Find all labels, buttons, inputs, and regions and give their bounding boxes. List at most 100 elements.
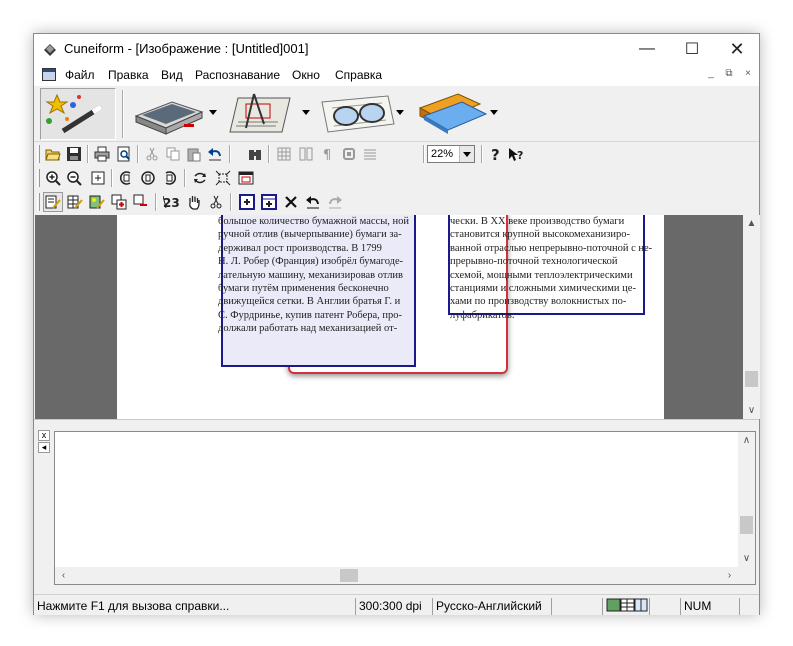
window-title: Cuneiform - [Изображение : [Untitled]001… (64, 41, 309, 56)
rotate-left-button[interactable] (116, 168, 136, 188)
scan-dropdown-arrow[interactable] (209, 110, 217, 115)
layout-redo-button[interactable] (325, 192, 345, 212)
table-block-pencil-icon (67, 195, 83, 209)
undo-button[interactable] (205, 144, 225, 164)
text-block-button[interactable] (43, 192, 63, 212)
menu-recognition[interactable]: Распознавание (195, 68, 280, 82)
scroll-left-arrow[interactable]: ‹ (55, 567, 72, 584)
copy-button[interactable] (163, 144, 183, 164)
view-toolbar (34, 166, 759, 190)
text-horizontal-scrollbar[interactable]: ‹ › (55, 567, 755, 584)
menu-window[interactable]: Окно (292, 68, 320, 82)
image-properties-button[interactable] (236, 168, 256, 188)
scroll-thumb[interactable] (340, 569, 358, 582)
layout-dropdown-arrow[interactable] (302, 110, 310, 115)
delete-button[interactable] (281, 192, 301, 212)
scroll-up-arrow[interactable]: ▲ (743, 215, 760, 232)
magic-wand-button[interactable] (40, 88, 116, 140)
find-button[interactable] (245, 144, 265, 164)
save-dropdown-arrow[interactable] (490, 110, 498, 115)
context-help-button[interactable]: ? (506, 144, 526, 164)
document-icon[interactable] (42, 68, 56, 81)
minimize-button[interactable]: — (624, 34, 670, 64)
scroll-thumb[interactable] (740, 516, 753, 534)
scroll-up-arrow[interactable]: ∧ (738, 432, 755, 449)
help-button[interactable]: ? (485, 144, 505, 164)
recognized-text-area[interactable]: ∧ ∨ ‹ › (54, 431, 756, 585)
status-blank-2 (649, 598, 679, 615)
undo-icon (208, 148, 221, 161)
hand-tool-button[interactable] (184, 192, 204, 212)
scan-button[interactable] (132, 88, 204, 140)
open-button[interactable] (43, 144, 63, 164)
status-resize-grip[interactable] (739, 598, 760, 615)
fit-page-button[interactable] (88, 168, 108, 188)
text-vertical-scrollbar[interactable]: ∧ ∨ (738, 432, 755, 567)
rotate-180-button[interactable] (138, 168, 158, 188)
table-button[interactable] (274, 144, 294, 164)
status-dpi: 300:300 dpi (355, 598, 431, 615)
zoom-dropdown-arrow[interactable] (459, 146, 474, 162)
close-pane-button[interactable]: x (38, 430, 50, 441)
add-block-button[interactable] (109, 192, 129, 212)
menu-edit[interactable]: Правка (108, 68, 149, 82)
cut-block-button[interactable] (206, 192, 226, 212)
recognize-button[interactable] (316, 88, 398, 140)
scroll-down-arrow[interactable]: ∨ (743, 402, 760, 419)
columns-icon (299, 147, 313, 161)
paragraph-button[interactable]: ¶ (317, 144, 337, 164)
status-mode-indicator (602, 598, 648, 615)
text-line: С. Фурдринье, купив патент Робера, про- (218, 309, 403, 321)
layout-button[interactable] (224, 88, 296, 140)
scissors-icon (210, 195, 222, 209)
magic-wand-icon (45, 93, 103, 134)
close-button[interactable]: ✕ (714, 34, 760, 64)
align-button[interactable] (360, 144, 380, 164)
image-view[interactable]: большое количество бумажной массы, ной р… (35, 215, 743, 419)
toolbar-separator (111, 169, 113, 187)
scroll-right-arrow[interactable]: › (721, 567, 738, 584)
scroll-down-arrow[interactable]: ∨ (738, 550, 755, 567)
zoom-select[interactable]: 22% (427, 145, 475, 163)
image-vertical-scrollbar[interactable]: ▲ ∨ (743, 215, 760, 419)
table-block-button[interactable] (65, 192, 85, 212)
picture-block-button[interactable] (87, 192, 107, 212)
insert-block-button[interactable] (237, 192, 257, 212)
mdi-minimize-button[interactable]: _ (704, 67, 718, 81)
toolbar-grip[interactable] (37, 193, 40, 211)
menu-file[interactable]: Файл (65, 68, 95, 82)
remove-block-button[interactable] (131, 192, 151, 212)
insert-cell-button[interactable] (259, 192, 279, 212)
menu-help[interactable]: Справка (335, 68, 382, 82)
toolbar-grip[interactable] (37, 169, 40, 187)
invert-button[interactable] (190, 168, 210, 188)
crop-button[interactable] (213, 168, 233, 188)
maximize-button[interactable]: ☐ (669, 34, 715, 64)
rotate-right-button[interactable] (160, 168, 180, 188)
order-button[interactable]: 23 (162, 192, 182, 212)
recognize-dropdown-arrow[interactable] (396, 110, 404, 115)
cut-button[interactable] (142, 144, 162, 164)
save-output-button[interactable] (410, 88, 490, 140)
zoom-in-button[interactable] (43, 168, 63, 188)
picture-button[interactable] (339, 144, 359, 164)
mdi-restore-button[interactable]: ⧉ (722, 67, 736, 81)
print-preview-button[interactable] (114, 144, 134, 164)
invert-arrows-icon (194, 172, 206, 184)
zoom-out-button[interactable] (64, 168, 84, 188)
scanned-page[interactable]: большое количество бумажной массы, ной р… (117, 215, 664, 419)
delete-x-icon (285, 196, 297, 208)
scroll-thumb[interactable] (745, 371, 758, 387)
mdi-close-button[interactable]: × (741, 67, 755, 81)
columns-button[interactable] (296, 144, 316, 164)
paste-button[interactable] (184, 144, 204, 164)
menu-view[interactable]: Вид (161, 68, 183, 82)
pane-splitter[interactable] (34, 419, 759, 429)
collapse-pane-button[interactable]: ◂ (38, 442, 50, 453)
print-button[interactable] (92, 144, 112, 164)
save-book-icon (418, 93, 488, 134)
save-button[interactable] (64, 144, 84, 164)
toolbar-grip[interactable] (37, 145, 40, 163)
layout-undo-button[interactable] (303, 192, 323, 212)
glasses-recognize-icon (321, 95, 395, 133)
